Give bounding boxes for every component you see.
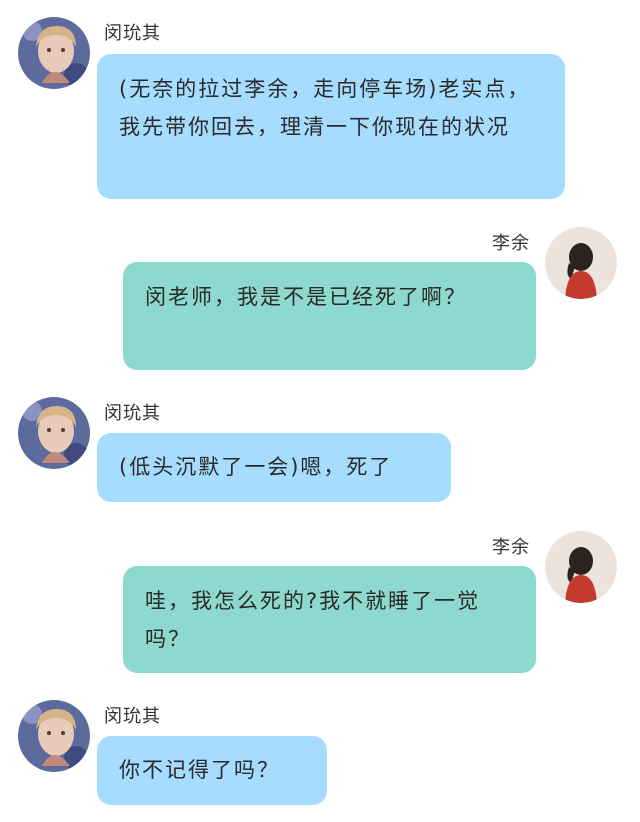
message-bubble: 哇，我怎么死的?我不就睡了一觉吗？ xyxy=(123,566,536,673)
sender-name: 李余 xyxy=(492,537,530,558)
boy-portrait-avatar-icon[interactable] xyxy=(18,700,90,772)
sender-name: 李余 xyxy=(492,233,530,254)
sender-name: 闵玧其 xyxy=(104,403,161,424)
girl-back-red-coat-avatar-icon[interactable] xyxy=(545,227,617,299)
boy-portrait-avatar-icon[interactable] xyxy=(18,397,90,469)
girl-back-red-coat-avatar-icon[interactable] xyxy=(545,531,617,603)
message-bubble: 你不记得了吗？ xyxy=(97,736,327,805)
message-bubble: (无奈的拉过李余，走向停车场)老实点，我先带你回去，理清一下你现在的状况 xyxy=(97,54,565,199)
boy-portrait-avatar-icon[interactable] xyxy=(18,17,90,89)
sender-name: 闵玧其 xyxy=(104,23,161,44)
message-bubble: (低头沉默了一会)嗯，死了 xyxy=(97,433,451,502)
sender-name: 闵玧其 xyxy=(104,706,161,727)
message-bubble: 闵老师，我是不是已经死了啊？ xyxy=(123,262,536,370)
